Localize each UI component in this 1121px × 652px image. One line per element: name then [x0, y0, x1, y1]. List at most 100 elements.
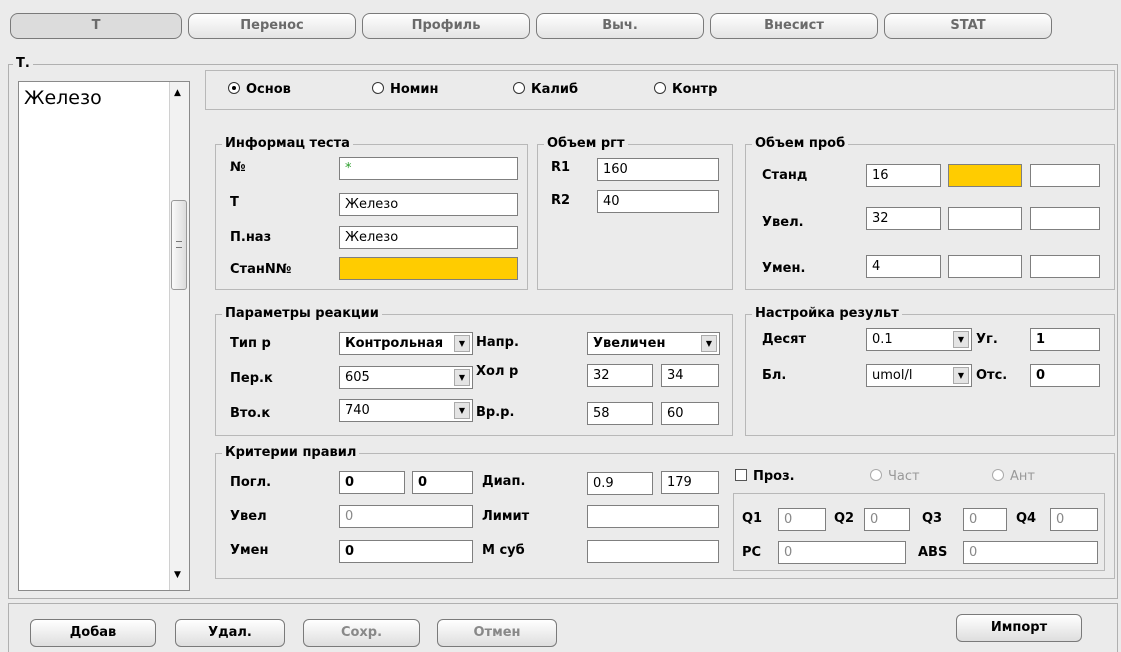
radio-icon: [992, 469, 1004, 481]
reagent-volume-legend: Объем ргт: [544, 136, 628, 151]
radio-selected-icon: [228, 82, 240, 94]
abs-label: ABS: [918, 545, 948, 560]
sample-inc-v3[interactable]: [1030, 207, 1100, 230]
r1-field[interactable]: 160: [597, 158, 719, 181]
limit-field[interactable]: [587, 505, 719, 528]
offset-label: Отс.: [976, 368, 1008, 383]
radio-main[interactable]: Основ: [228, 82, 291, 97]
dropdown-arrow-icon[interactable]: ▼: [701, 335, 717, 352]
import-button[interactable]: Импорт: [956, 614, 1082, 642]
sample-dec-v3[interactable]: [1030, 255, 1100, 278]
std-no-field[interactable]: [339, 257, 518, 280]
decrease-label: Умен: [230, 543, 269, 558]
sample-inc-v2[interactable]: [948, 207, 1022, 230]
primary-wave-select[interactable]: 605 ▼: [339, 366, 473, 389]
radio-control[interactable]: Контр: [654, 82, 717, 97]
direction-select[interactable]: Увеличен ▼: [587, 332, 720, 355]
secondary-wave-select[interactable]: 740 ▼: [339, 399, 473, 422]
dropdown-arrow-icon[interactable]: ▼: [953, 367, 969, 384]
q2-label: Q2: [834, 511, 855, 526]
q4-label: Q4: [1016, 511, 1037, 526]
direction-label: Напр.: [476, 335, 519, 350]
scroll-thumb[interactable]: [171, 200, 187, 290]
angle-field[interactable]: 1: [1030, 328, 1100, 351]
q4-field[interactable]: 0: [1050, 508, 1098, 531]
tab-test[interactable]: Т: [10, 13, 182, 39]
absorbance-label: Погл.: [230, 475, 272, 490]
add-button[interactable]: Добав: [30, 619, 156, 647]
increase-field[interactable]: 0: [339, 505, 473, 528]
test-info-legend: Информац теста: [222, 136, 353, 151]
unit-label: Бл.: [762, 368, 787, 383]
list-item[interactable]: Железо: [24, 87, 102, 109]
tab-transfer[interactable]: Перенос: [188, 13, 356, 39]
tab-external[interactable]: Внесист: [710, 13, 878, 39]
save-button[interactable]: Сохр.: [303, 619, 420, 647]
dropdown-arrow-icon[interactable]: ▼: [953, 331, 969, 348]
dropdown-arrow-icon[interactable]: ▼: [454, 402, 470, 419]
absorbance-v2[interactable]: 0: [412, 471, 473, 494]
absorbance-v1[interactable]: 0: [339, 471, 405, 494]
increase-label: Увел: [230, 509, 267, 524]
cold-label: Хол р: [476, 364, 519, 379]
r2-field[interactable]: 40: [597, 190, 719, 213]
q3-field[interactable]: 0: [963, 508, 1007, 531]
range-v2[interactable]: 179: [661, 471, 719, 494]
test-no-field[interactable]: *: [339, 157, 518, 180]
delete-button[interactable]: Удал.: [175, 619, 285, 647]
r1-label: R1: [551, 160, 571, 175]
radio-nominal[interactable]: Номин: [372, 82, 439, 97]
checkbox-icon: [735, 469, 747, 481]
cold-v1[interactable]: 32: [587, 364, 653, 387]
std-no-label: СтанN№: [230, 262, 292, 277]
sample-inc-v1[interactable]: 32: [866, 207, 941, 230]
cancel-button[interactable]: Отмен: [437, 619, 557, 647]
test-list[interactable]: Железо ▲ ▼: [18, 81, 190, 591]
q1-field[interactable]: 0: [778, 508, 826, 531]
radio-icon: [654, 82, 666, 94]
pc-field[interactable]: 0: [778, 541, 906, 564]
test-name-field[interactable]: Железо: [339, 193, 518, 216]
substrate-field[interactable]: [587, 540, 719, 563]
print-name-field[interactable]: Железо: [339, 226, 518, 249]
list-scrollbar[interactable]: ▲ ▼: [169, 82, 189, 590]
dropdown-arrow-icon[interactable]: ▼: [454, 369, 470, 386]
primary-wave-label: Пер.к: [230, 371, 273, 386]
scroll-down-icon[interactable]: ▼: [174, 570, 181, 580]
grip-icon: [176, 241, 182, 248]
q2-field[interactable]: 0: [864, 508, 910, 531]
sample-dec-v1[interactable]: 4: [866, 255, 941, 278]
transparency-checkbox[interactable]: Проз.: [735, 469, 795, 484]
tab-stat[interactable]: STAT: [884, 13, 1052, 39]
range-v1[interactable]: 0.9: [587, 472, 653, 495]
abs-field[interactable]: 0: [963, 541, 1098, 564]
decrease-field[interactable]: 0: [339, 540, 473, 563]
scroll-up-icon[interactable]: ▲: [174, 88, 181, 98]
decimal-select[interactable]: 0.1 ▼: [866, 328, 972, 351]
reaction-type-label: Тип р: [230, 336, 271, 351]
range-label: Диап.: [482, 474, 526, 489]
reaction-type-select[interactable]: Контрольная ▼: [339, 332, 473, 355]
sample-std-v2[interactable]: [948, 164, 1022, 187]
radio-partial[interactable]: Част: [870, 469, 920, 484]
dropdown-arrow-icon[interactable]: ▼: [454, 335, 470, 352]
q3-label: Q3: [922, 511, 943, 526]
substrate-label: М суб: [482, 543, 525, 558]
sample-std-label: Станд: [762, 168, 808, 183]
reaction-time-v1[interactable]: 58: [587, 402, 653, 425]
reaction-time-v2[interactable]: 60: [661, 402, 719, 425]
sample-std-v1[interactable]: 16: [866, 164, 941, 187]
offset-field[interactable]: 0: [1030, 364, 1100, 387]
result-settings-legend: Настройка результ: [752, 306, 902, 321]
pc-label: PC: [742, 545, 762, 560]
tab-calc[interactable]: Выч.: [536, 13, 704, 39]
sample-std-v3[interactable]: [1030, 164, 1100, 187]
radio-anti[interactable]: Ант: [992, 469, 1035, 484]
tab-profile[interactable]: Профиль: [362, 13, 530, 39]
radio-icon: [372, 82, 384, 94]
radio-calibration[interactable]: Калиб: [513, 82, 578, 97]
unit-select[interactable]: umol/l ▼: [866, 364, 972, 387]
secondary-wave-label: Вто.к: [230, 406, 271, 421]
cold-v2[interactable]: 34: [661, 364, 719, 387]
sample-dec-v2[interactable]: [948, 255, 1022, 278]
